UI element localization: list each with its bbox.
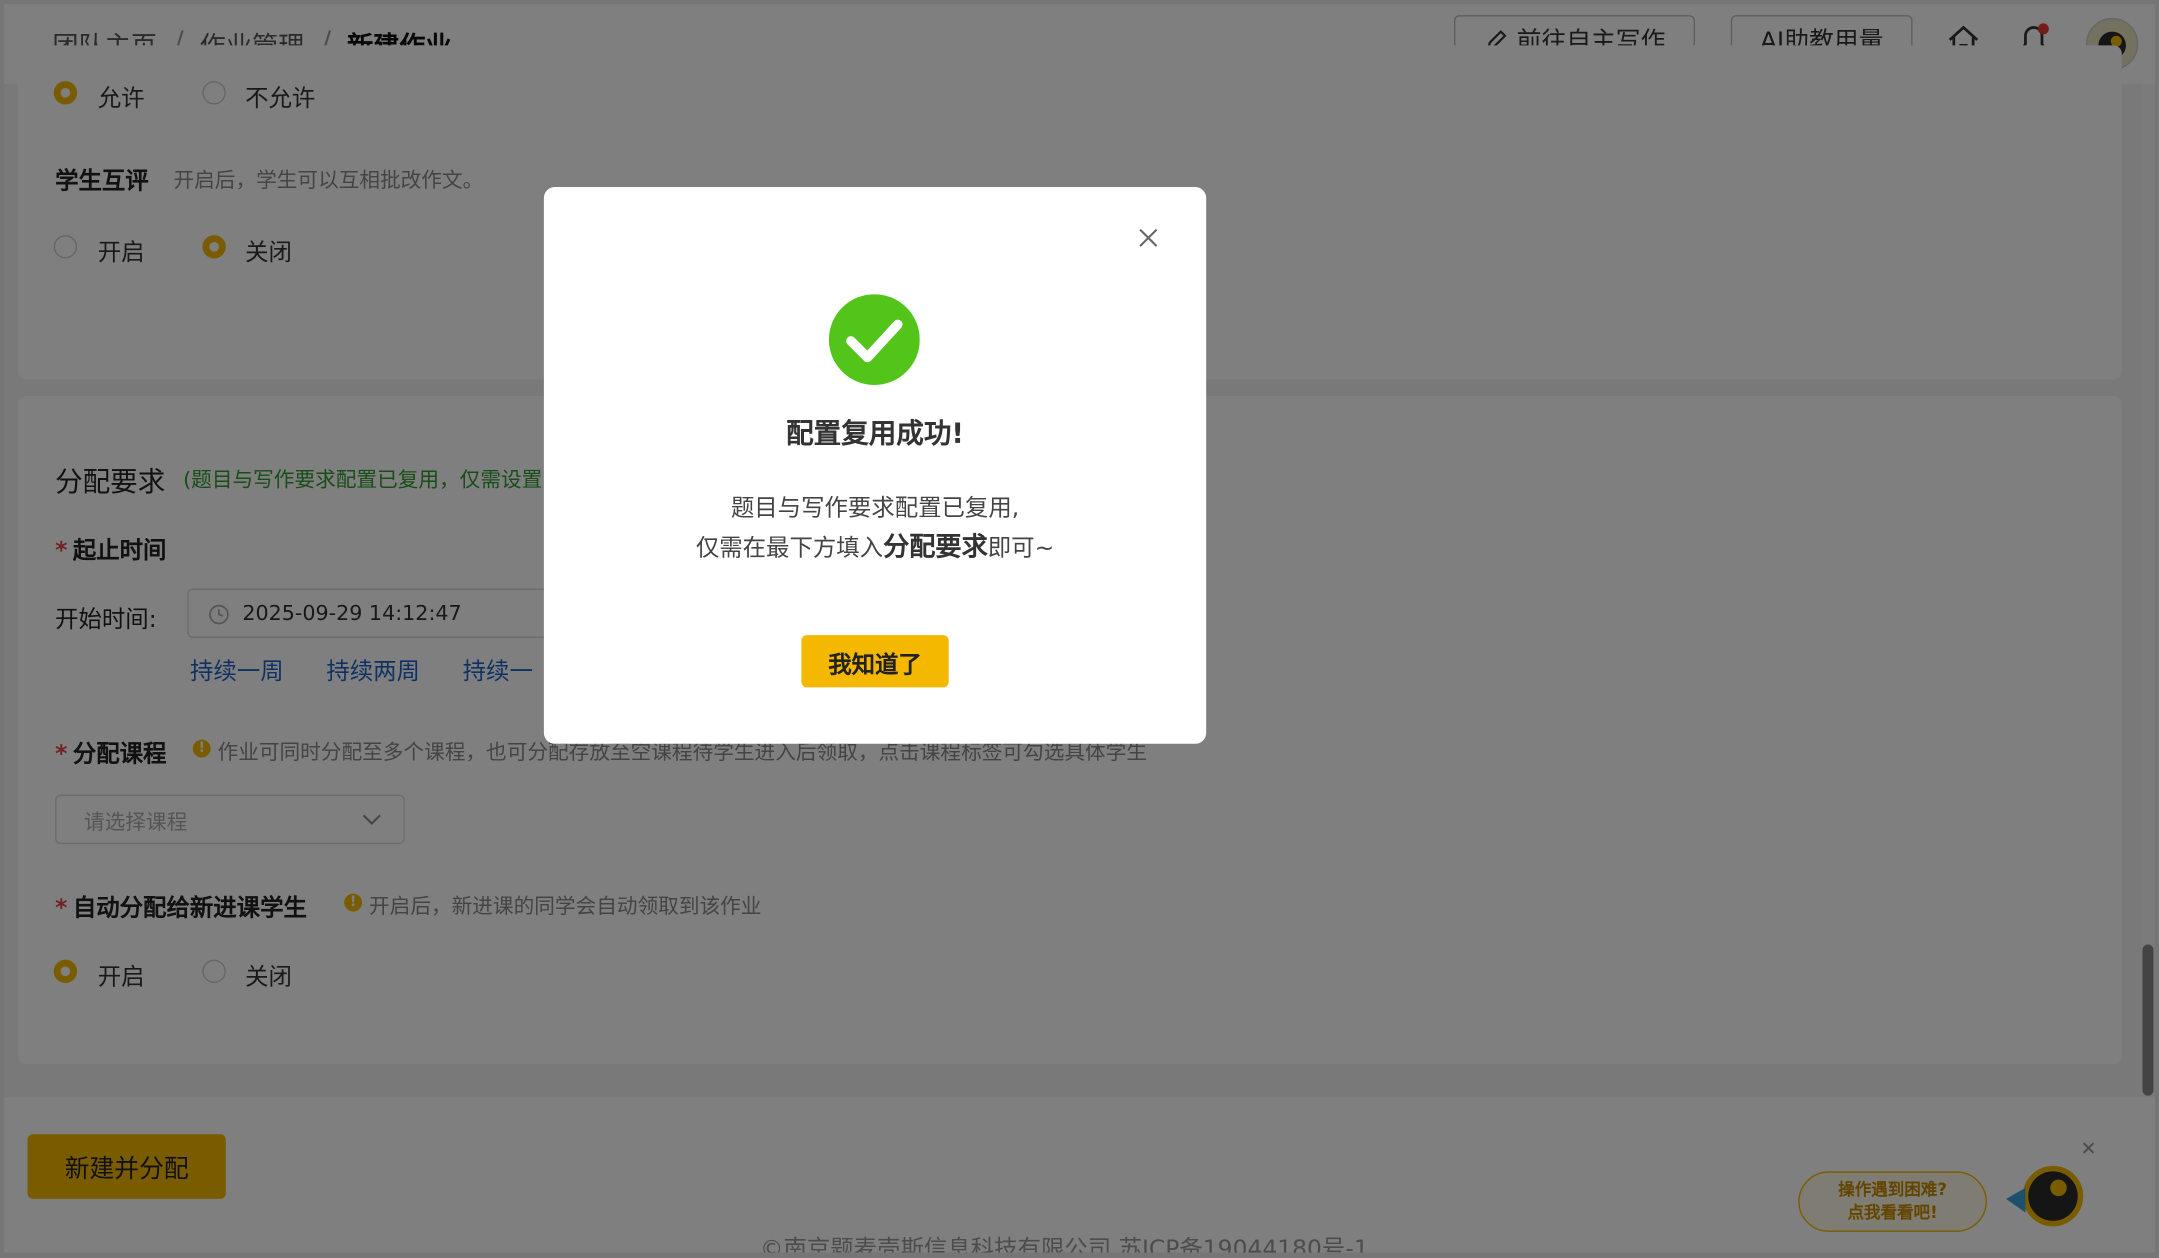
root: 团队主页 / 作业管理 / 新建作业 前往自主写作 AI助教用量 允许 — [0, 0, 2159, 1258]
modal-line1: 题目与写作要求配置已复用, — [730, 494, 1020, 523]
close-icon[interactable] — [1137, 227, 1159, 249]
modal-title: 配置复用成功! — [786, 416, 964, 450]
success-modal: 配置复用成功! 题目与写作要求配置已复用, 仅需在最下方填入分配要求即可~ 我知… — [543, 186, 1207, 744]
success-check-icon — [828, 294, 920, 385]
modal-line2: 仅需在最下方填入分配要求即可~ — [695, 532, 1055, 563]
acknowledge-button[interactable]: 我知道了 — [801, 635, 949, 688]
acknowledge-label: 我知道了 — [828, 650, 922, 679]
